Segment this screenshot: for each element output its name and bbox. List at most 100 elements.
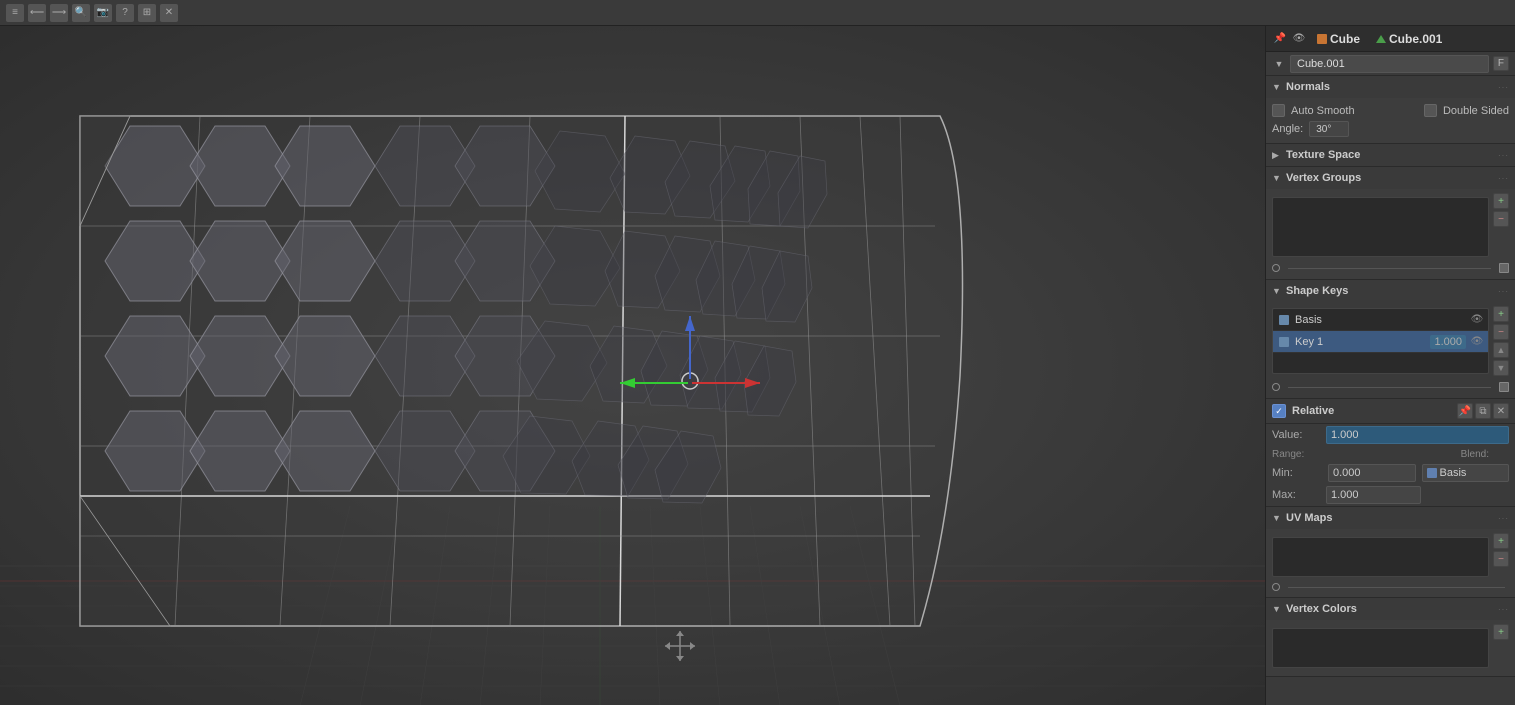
max-row: Max: 1.000 (1266, 484, 1515, 506)
sk-dash (1288, 387, 1491, 388)
shape-keys-section: ▼ Shape Keys ··· Basis (1266, 280, 1515, 399)
add-uv-map-button[interactable]: + (1493, 533, 1509, 549)
vg-pinch-icon (1499, 263, 1509, 273)
vertex-colors-title: Vertex Colors (1286, 603, 1494, 615)
normals-title: Normals (1286, 81, 1494, 93)
vertex-colors-options: ··· (1498, 605, 1509, 614)
blend-col-label: Blend: (1461, 449, 1489, 460)
relative-pin-icon[interactable]: 📌 (1457, 403, 1473, 419)
sk-bottom-buttons (1272, 380, 1509, 394)
fake-user-button[interactable]: F (1493, 56, 1509, 71)
shape-keys-content: Basis 👁 Key 1 1.000 � (1266, 302, 1515, 398)
normals-section: ▼ Normals ··· Auto Smooth Double Sided A… (1266, 76, 1515, 144)
vertex-groups-arrow: ▼ (1272, 173, 1282, 183)
mesh-name: Cube.001 (1389, 32, 1442, 46)
toolbar-icon-search[interactable]: 🔍 (72, 4, 90, 22)
sk-key1-value: 1.000 (1430, 335, 1466, 349)
relative-close-icon[interactable]: ✕ (1493, 403, 1509, 419)
breadcrumb-object[interactable]: Cube (1311, 30, 1366, 48)
max-field[interactable]: 1.000 (1326, 486, 1421, 504)
panel-eye-icon[interactable]: 👁 (1291, 31, 1307, 47)
datablock-name-field[interactable]: Cube.001 (1290, 55, 1489, 73)
toolbar-icon-help[interactable]: ? (116, 4, 134, 22)
sk-pinch-icon (1499, 382, 1509, 392)
header-icons: 📌 👁 (1272, 31, 1307, 47)
remove-shape-key-button[interactable]: − (1493, 324, 1509, 340)
toolbar-icon-render[interactable]: 📷 (94, 4, 112, 22)
min-label: Min: (1272, 467, 1322, 479)
toolbar-icon-redo[interactable]: ⟶ (50, 4, 68, 22)
normals-content: Auto Smooth Double Sided Angle: 30° (1266, 98, 1515, 143)
sk-circle-icon (1272, 383, 1280, 391)
relative-copy-icon[interactable]: ⧉ (1475, 403, 1491, 419)
min-field[interactable]: 0.000 (1328, 464, 1416, 482)
breadcrumb-mesh[interactable]: Cube.001 (1370, 30, 1448, 48)
uv-maps-list[interactable] (1272, 537, 1489, 577)
toolbar-icon-window[interactable]: ⊞ (138, 4, 156, 22)
auto-smooth-label: Auto Smooth (1291, 105, 1355, 117)
shape-keys-header[interactable]: ▼ Shape Keys ··· (1266, 280, 1515, 302)
vg-dash (1288, 268, 1491, 269)
range-col-label: Range: (1272, 449, 1304, 460)
main-content: 📌 👁 Cube Cube.001 ▼ Cube.001 (0, 26, 1515, 705)
vertex-colors-content: + (1266, 620, 1515, 676)
sk-key1-eye[interactable]: 👁 (1470, 335, 1484, 349)
shape-key-key1[interactable]: Key 1 1.000 👁 (1273, 331, 1488, 353)
toolbar-icon-undo[interactable]: ⟵ (28, 4, 46, 22)
mesh-type-icon (1376, 35, 1386, 43)
texture-space-section: ▶ Texture Space ··· (1266, 144, 1515, 167)
auto-smooth-row: Auto Smooth Double Sided (1272, 102, 1509, 119)
datablock-row: ▼ Cube.001 F (1266, 52, 1515, 76)
shape-key-basis[interactable]: Basis 👁 (1273, 309, 1488, 331)
vertex-groups-header[interactable]: ▼ Vertex Groups ··· (1266, 167, 1515, 189)
shape-keys-list: Basis 👁 Key 1 1.000 � (1272, 308, 1489, 374)
vertex-groups-list[interactable] (1272, 197, 1489, 257)
uv-maps-section: ▼ UV Maps ··· + − (1266, 507, 1515, 598)
uv-dash (1288, 587, 1505, 588)
vertex-groups-section: ▼ Vertex Groups ··· + − (1266, 167, 1515, 280)
angle-row: Angle: 30° (1272, 119, 1509, 139)
normals-header[interactable]: ▼ Normals ··· (1266, 76, 1515, 98)
texture-space-arrow: ▶ (1272, 150, 1282, 161)
relative-icons: 📌 ⧉ ✕ (1457, 403, 1509, 419)
vertex-colors-list[interactable] (1272, 628, 1489, 668)
value-field[interactable]: 1.000 (1326, 426, 1509, 444)
blend-dot-icon (1427, 468, 1437, 478)
uv-maps-buttons (1272, 581, 1509, 593)
blend-field[interactable]: Basis (1422, 464, 1510, 482)
shape-keys-title: Shape Keys (1286, 285, 1494, 297)
move-shape-key-down-button[interactable]: ▼ (1493, 360, 1509, 376)
move-shape-key-up-button[interactable]: ▲ (1493, 342, 1509, 358)
vertex-colors-arrow: ▼ (1272, 604, 1282, 614)
double-sided-checkbox[interactable] (1424, 104, 1437, 117)
add-vertex-group-button[interactable]: + (1493, 193, 1509, 209)
toolbar-icon-menu[interactable]: ≡ (6, 4, 24, 22)
relative-checkbox[interactable]: ✓ (1272, 404, 1286, 418)
double-sided-label: Double Sided (1443, 105, 1509, 117)
vertex-colors-header[interactable]: ▼ Vertex Colors ··· (1266, 598, 1515, 620)
angle-field[interactable]: 30° (1309, 121, 1349, 137)
normals-arrow: ▼ (1272, 82, 1282, 92)
remove-uv-map-button[interactable]: − (1493, 551, 1509, 567)
remove-vertex-group-button[interactable]: − (1493, 211, 1509, 227)
mesh-scene (0, 26, 1265, 705)
relative-row: ✓ Relative 📌 ⧉ ✕ (1266, 399, 1515, 424)
panel-pin-icon[interactable]: 📌 (1272, 31, 1288, 47)
texture-space-header[interactable]: ▶ Texture Space ··· (1266, 144, 1515, 166)
add-shape-key-button[interactable]: + (1493, 306, 1509, 322)
value-row: Value: 1.000 (1266, 424, 1515, 446)
relative-label: Relative (1292, 405, 1451, 417)
viewport[interactable] (0, 26, 1265, 705)
datablock-filter-icon[interactable]: ▼ (1272, 57, 1286, 71)
add-vertex-color-button[interactable]: + (1493, 624, 1509, 640)
vertex-groups-options: ··· (1498, 174, 1509, 183)
toolbar-icon-close[interactable]: ✕ (160, 4, 178, 22)
sk-key1-name: Key 1 (1295, 336, 1426, 348)
uv-maps-content: + − (1266, 529, 1515, 597)
sk-basis-eye[interactable]: 👁 (1470, 313, 1484, 327)
auto-smooth-checkbox[interactable] (1272, 104, 1285, 117)
uv-maps-options: ··· (1498, 514, 1509, 523)
uv-maps-header[interactable]: ▼ UV Maps ··· (1266, 507, 1515, 529)
shape-keys-options: ··· (1498, 287, 1509, 296)
object-name: Cube (1330, 32, 1360, 46)
